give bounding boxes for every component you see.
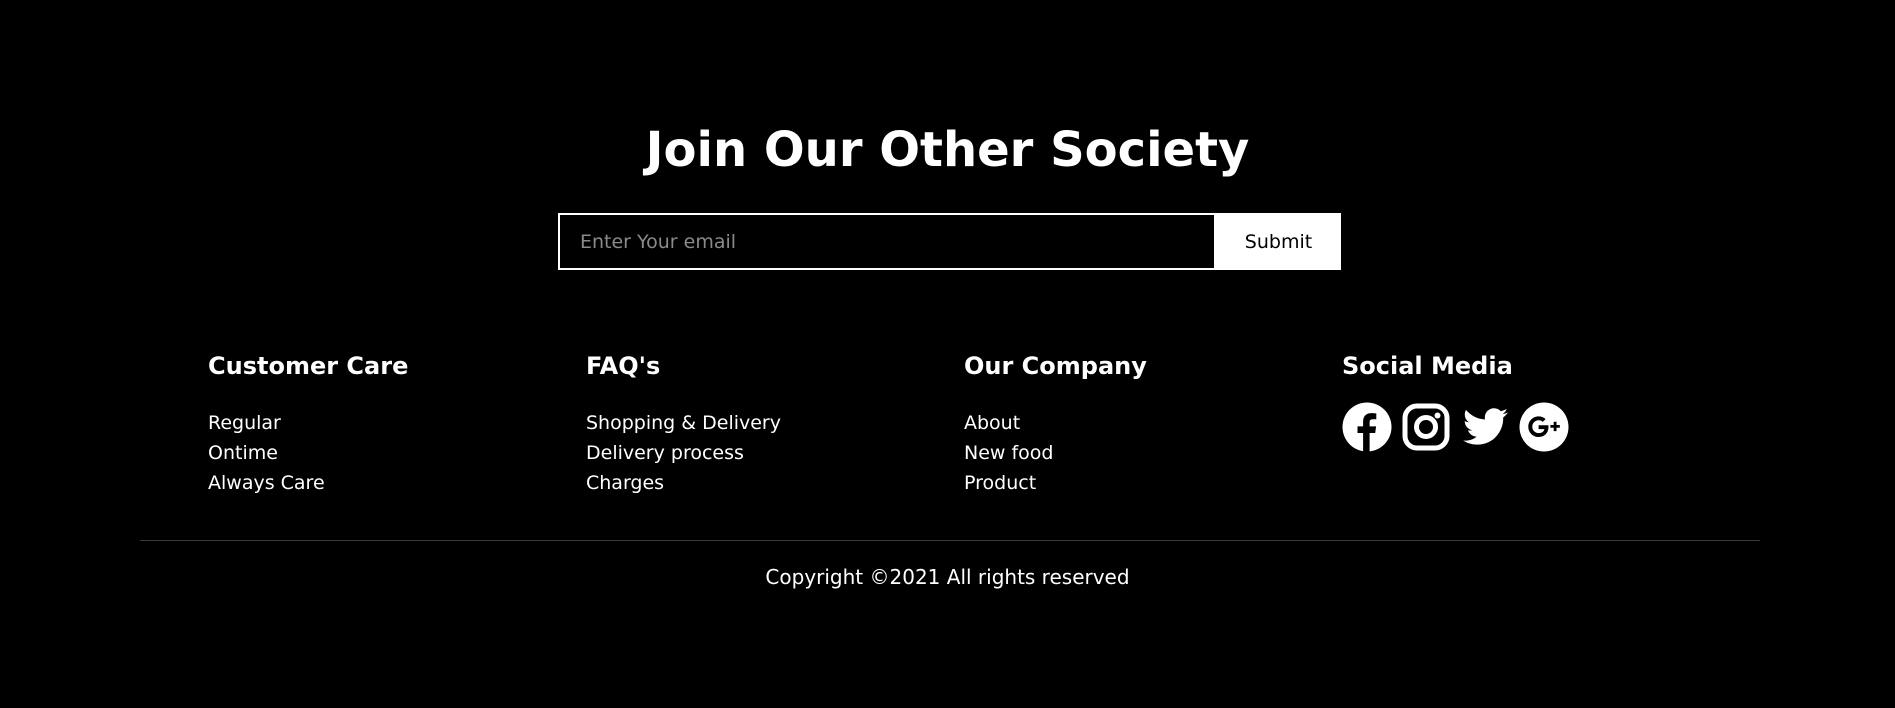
copyright-text: Copyright ©2021 All rights reserved	[765, 565, 1130, 589]
link-regular[interactable]: Regular	[208, 412, 281, 434]
subscribe-form: Submit	[558, 213, 1341, 270]
link-always-care[interactable]: Always Care	[208, 472, 325, 494]
customer-care-links: Regular Ontime Always Care	[208, 408, 568, 498]
company-column: Our Company About New food Product	[964, 350, 1324, 498]
instagram-icon[interactable]	[1401, 402, 1451, 452]
link-ontime[interactable]: Ontime	[208, 442, 278, 464]
link-delivery-process[interactable]: Delivery process	[586, 442, 744, 464]
twitter-icon[interactable]	[1460, 402, 1510, 452]
link-product[interactable]: Product	[964, 472, 1036, 494]
facebook-icon[interactable]	[1342, 402, 1392, 452]
submit-button[interactable]: Submit	[1216, 213, 1341, 270]
link-new-food[interactable]: New food	[964, 442, 1053, 464]
faqs-column: FAQ's Shopping & Delivery Delivery proce…	[586, 350, 946, 498]
footer-divider	[140, 540, 1760, 541]
social-column: Social Media	[1342, 350, 1702, 452]
social-heading: Social Media	[1342, 352, 1513, 380]
link-charges[interactable]: Charges	[586, 472, 664, 494]
company-links: About New food Product	[964, 408, 1324, 498]
link-about[interactable]: About	[964, 412, 1020, 434]
email-input[interactable]	[558, 213, 1216, 270]
customer-care-heading: Customer Care	[208, 352, 409, 380]
social-icons	[1342, 402, 1702, 452]
faqs-links: Shopping & Delivery Delivery process Cha…	[586, 408, 946, 498]
footer-columns: Customer Care Regular Ontime Always Care…	[208, 350, 1720, 510]
faqs-heading: FAQ's	[586, 352, 661, 380]
company-heading: Our Company	[964, 352, 1147, 380]
link-shopping-delivery[interactable]: Shopping & Delivery	[586, 412, 781, 434]
customer-care-column: Customer Care Regular Ontime Always Care	[208, 350, 568, 498]
google-plus-icon[interactable]	[1519, 402, 1569, 452]
newsletter-title: Join Our Other Society	[645, 122, 1250, 178]
